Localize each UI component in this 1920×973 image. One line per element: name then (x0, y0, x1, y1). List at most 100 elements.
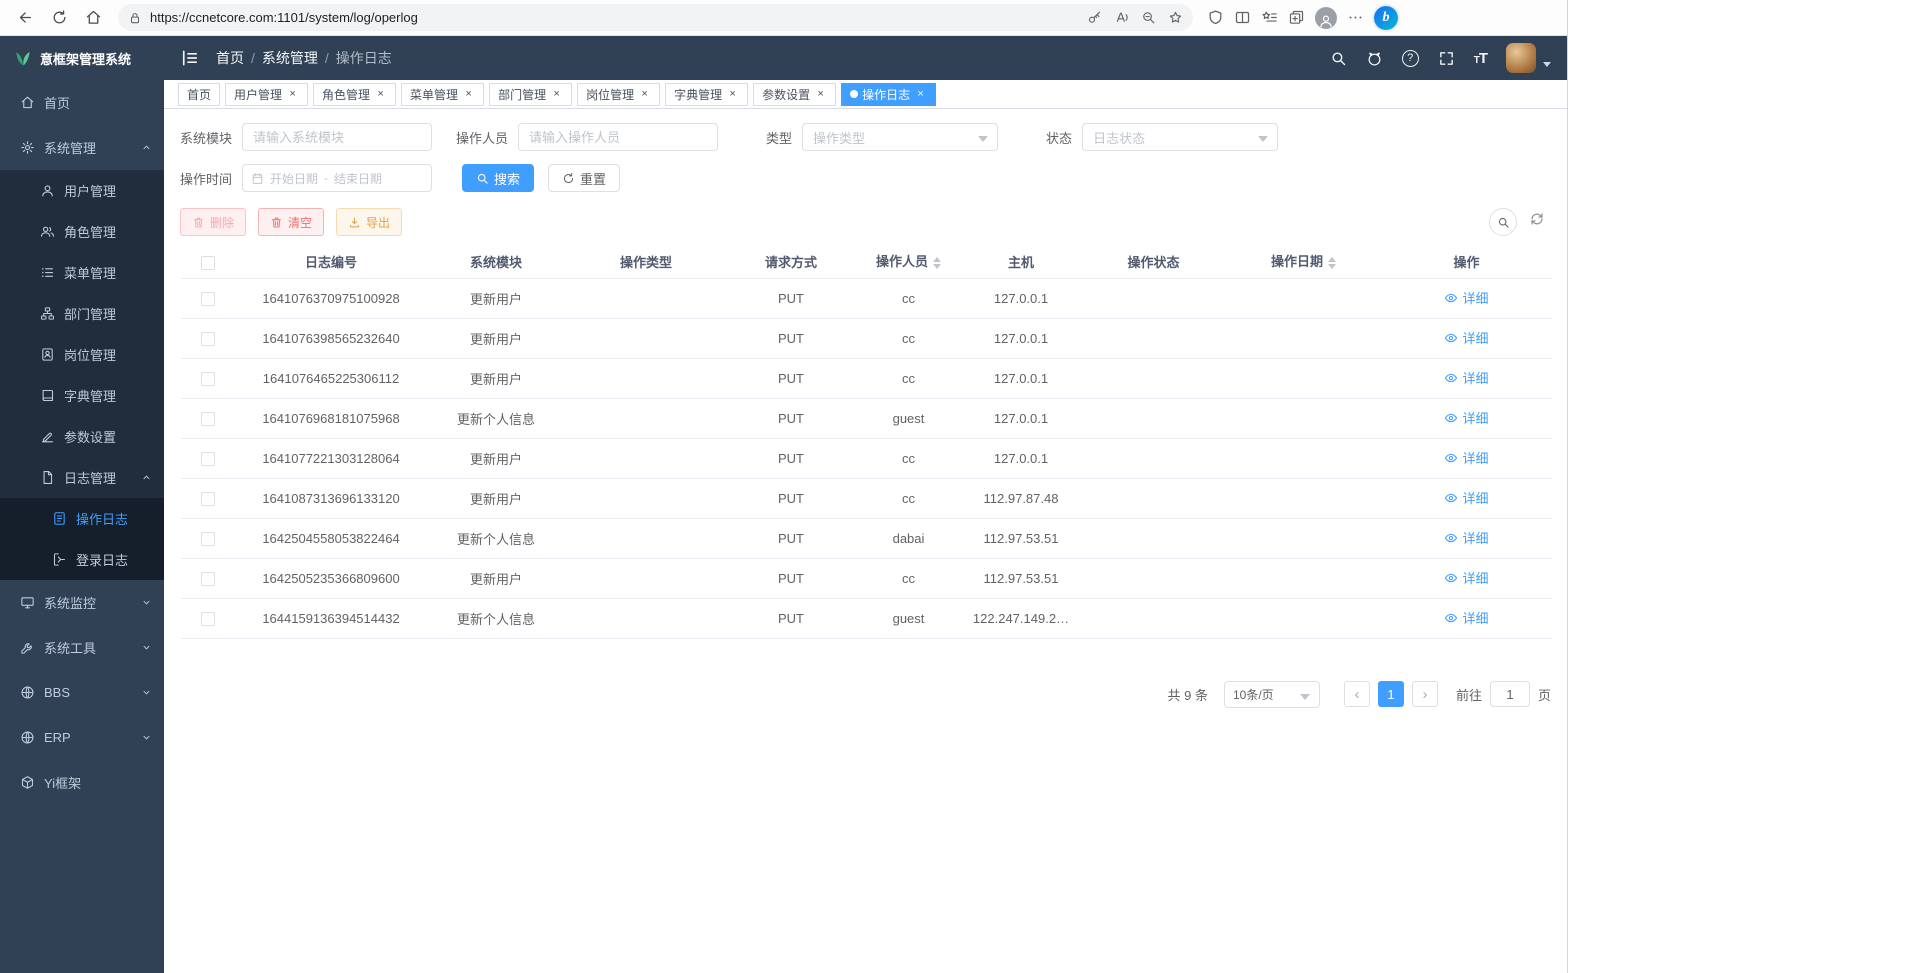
read-aloud-icon[interactable] (1114, 10, 1129, 25)
sidebar-item-erp[interactable]: ERP (0, 715, 164, 760)
sidebar-item-bbs[interactable]: BBS (0, 670, 164, 715)
detail-link[interactable]: 详细 (1444, 368, 1488, 387)
sidebar-item-post-management[interactable]: 岗位管理 (0, 334, 164, 375)
detail-link[interactable]: 详细 (1444, 448, 1488, 467)
tab[interactable]: 用户管理 × (225, 83, 308, 106)
sidebar-item-system-tools[interactable]: 系统工具 (0, 625, 164, 670)
tab-close-icon[interactable]: × (638, 88, 651, 101)
module-input[interactable] (242, 123, 432, 151)
row-checkbox[interactable] (201, 292, 215, 306)
font-size-icon[interactable]: TT (1474, 50, 1487, 67)
github-icon[interactable] (1366, 50, 1383, 67)
sidebar-item-yi-framework[interactable]: Yi框架 (0, 760, 164, 805)
sidebar-item-dict-management[interactable]: 字典管理 (0, 375, 164, 416)
sidebar-item-menu-management[interactable]: 菜单管理 (0, 252, 164, 293)
tab-close-icon[interactable]: × (914, 88, 927, 101)
sidebar-item-system-monitor[interactable]: 系统监控 (0, 580, 164, 625)
detail-link[interactable]: 详细 (1444, 408, 1488, 427)
search-button[interactable]: 搜索 (462, 164, 534, 192)
select-all-checkbox[interactable] (201, 256, 215, 270)
browser-address-bar[interactable]: https://ccnetcore.com:1101/system/log/op… (118, 4, 1193, 31)
sidebar-item-system-management[interactable]: 系统管理 (0, 125, 164, 170)
detail-link[interactable]: 详细 (1444, 488, 1488, 507)
prev-page-button[interactable]: ‹ (1344, 681, 1370, 707)
delete-button[interactable]: 删除 (180, 208, 246, 236)
tab-close-icon[interactable]: × (286, 88, 299, 101)
page-1-button[interactable]: 1 (1378, 681, 1404, 707)
sidebar-item-param-settings[interactable]: 参数设置 (0, 416, 164, 457)
tab-close-icon[interactable]: × (550, 88, 563, 101)
status-select[interactable]: 日志状态 (1082, 123, 1278, 151)
row-checkbox[interactable] (201, 572, 215, 586)
zoom-out-icon[interactable] (1141, 10, 1156, 25)
tab-close-icon[interactable]: × (726, 88, 739, 101)
favorites-icon[interactable] (1261, 9, 1278, 26)
date-range-picker[interactable]: 开始日期 - 结束日期 (242, 164, 432, 192)
detail-link[interactable]: 详细 (1444, 528, 1488, 547)
detail-link[interactable]: 详细 (1444, 288, 1488, 307)
browser-back-button[interactable] (10, 4, 40, 32)
operator-input[interactable] (518, 123, 718, 151)
breadcrumb-system[interactable]: 系统管理 (262, 48, 318, 68)
browser-refresh-button[interactable] (44, 4, 74, 32)
clear-button[interactable]: 清空 (258, 208, 324, 236)
row-checkbox[interactable] (201, 612, 215, 626)
toggle-search-button[interactable] (1489, 208, 1517, 236)
row-checkbox[interactable] (201, 452, 215, 466)
sidebar-item-role-management[interactable]: 角色管理 (0, 211, 164, 252)
tab[interactable]: 角色管理 × (313, 83, 396, 106)
type-select[interactable]: 操作类型 (802, 123, 998, 151)
tab[interactable]: 首页 × (178, 83, 220, 106)
tab[interactable]: 参数设置 × (753, 83, 836, 106)
browser-profile-avatar[interactable] (1315, 7, 1337, 29)
sidebar-item-login-log[interactable]: 登录日志 (0, 539, 164, 580)
breadcrumb-home[interactable]: 首页 (216, 48, 244, 68)
tab-close-icon[interactable]: × (462, 88, 475, 101)
detail-link[interactable]: 详细 (1444, 568, 1488, 587)
fullscreen-icon[interactable] (1438, 50, 1455, 67)
reset-button[interactable]: 重置 (548, 164, 620, 192)
collapse-sidebar-icon[interactable] (180, 48, 200, 68)
sidebar-item-oper-log[interactable]: 操作日志 (0, 498, 164, 539)
row-checkbox[interactable] (201, 492, 215, 506)
row-checkbox[interactable] (201, 412, 215, 426)
sort-carets-icon[interactable] (933, 253, 941, 273)
browser-essentials-icon[interactable] (1207, 9, 1224, 26)
detail-link[interactable]: 详细 (1444, 608, 1488, 627)
user-avatar[interactable] (1506, 43, 1536, 73)
browser-home-button[interactable] (78, 4, 108, 32)
header-search-icon[interactable] (1330, 50, 1347, 67)
detail-link[interactable]: 详细 (1444, 328, 1488, 347)
row-checkbox[interactable] (201, 372, 215, 386)
cell-module: 更新个人信息 (426, 518, 566, 558)
col-date[interactable]: 操作日期 (1226, 246, 1381, 278)
sidebar-item-dept-management[interactable]: 部门管理 (0, 293, 164, 334)
tab[interactable]: 操作日志 × (841, 83, 936, 106)
help-icon[interactable]: ? (1402, 50, 1419, 67)
refresh-table-button[interactable] (1529, 211, 1551, 233)
copilot-bing-icon[interactable]: b (1374, 6, 1398, 30)
browser-more-options-icon[interactable] (1347, 9, 1364, 26)
sidebar-item-user-management[interactable]: 用户管理 (0, 170, 164, 211)
tab[interactable]: 字典管理 × (665, 83, 748, 106)
page-size-select[interactable]: 10条/页 (1224, 681, 1320, 708)
sort-carets-icon[interactable] (1328, 253, 1336, 273)
tab-close-icon[interactable]: × (374, 88, 387, 101)
goto-page-input[interactable] (1490, 681, 1530, 707)
row-checkbox[interactable] (201, 532, 215, 546)
col-operator[interactable]: 操作人员 (856, 246, 961, 278)
tab[interactable]: 部门管理 × (489, 83, 572, 106)
tab[interactable]: 菜单管理 × (401, 83, 484, 106)
row-checkbox[interactable] (201, 332, 215, 346)
next-page-button[interactable]: › (1412, 681, 1438, 707)
add-favorite-star-icon[interactable] (1168, 10, 1183, 25)
sidebar-item-log-management[interactable]: 日志管理 (0, 457, 164, 498)
tab-close-icon[interactable]: × (814, 88, 827, 101)
password-key-icon[interactable] (1087, 10, 1102, 25)
tab[interactable]: 岗位管理 × (577, 83, 660, 106)
sidebar-item-home[interactable]: 首页 (0, 80, 164, 125)
split-screen-icon[interactable] (1234, 9, 1251, 26)
collections-icon[interactable] (1288, 9, 1305, 26)
cell-host: 112.97.53.51 (961, 518, 1081, 558)
export-button[interactable]: 导出 (336, 208, 402, 236)
